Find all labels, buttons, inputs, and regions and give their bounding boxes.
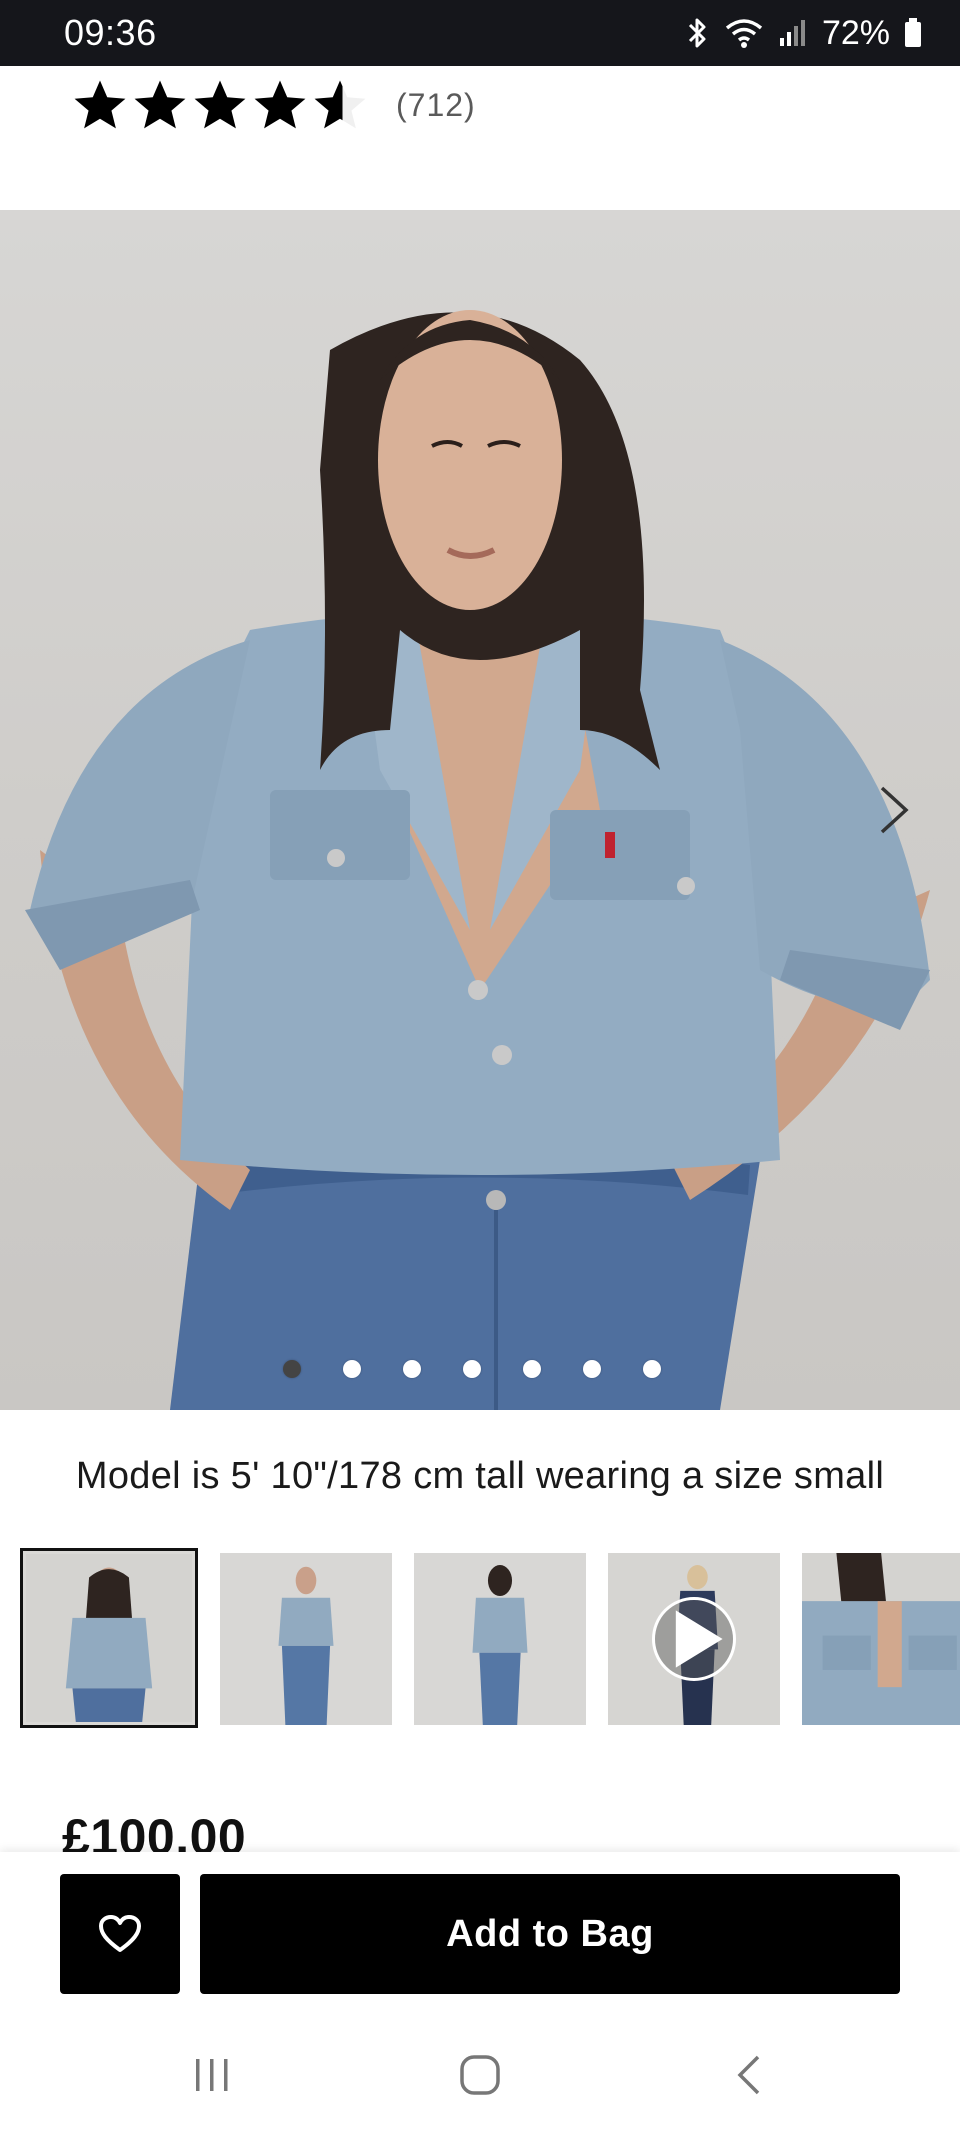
product-photo <box>25 310 930 1410</box>
sticky-action-bar: Add to Bag <box>0 1852 960 2015</box>
home-button[interactable] <box>440 2043 520 2107</box>
bluetooth-icon <box>688 18 706 48</box>
pagination-dot[interactable] <box>463 1360 481 1378</box>
pagination-dot[interactable] <box>343 1360 361 1378</box>
pagination-dot[interactable] <box>523 1360 541 1378</box>
add-to-bag-button[interactable]: Add to Bag <box>200 1874 900 1994</box>
thumbnail-5[interactable] <box>802 1553 960 1725</box>
thumbnail-image <box>414 1553 586 1725</box>
back-button[interactable] <box>710 2043 790 2107</box>
thumbnail-3[interactable] <box>414 1553 586 1725</box>
back-icon <box>737 2055 760 2095</box>
product-page: 09:36 72% (712) Model is 5' 10"/178 cm t… <box>0 0 960 2133</box>
pagination-dot[interactable] <box>643 1360 661 1378</box>
star-icon <box>74 80 126 129</box>
pagination-dot[interactable] <box>403 1360 421 1378</box>
thumbnail-strip <box>20 1548 960 1730</box>
rating-summary[interactable]: (712) <box>72 76 476 134</box>
next-image-chevron-icon[interactable] <box>872 780 916 840</box>
status-time: 09:36 <box>64 12 157 53</box>
pagination-dot[interactable] <box>283 1360 301 1378</box>
recent-apps-button[interactable] <box>172 2043 252 2107</box>
star-icon <box>134 80 186 129</box>
thumbnail-image <box>26 1554 192 1722</box>
status-icons: 72% <box>686 14 922 53</box>
thumbnail-image <box>220 1553 392 1725</box>
signal-icon <box>779 20 805 46</box>
battery-icon <box>905 18 921 47</box>
system-navigation-bar <box>0 2015 960 2133</box>
play-video-button[interactable] <box>652 1597 736 1681</box>
thumbnail-4-video[interactable] <box>608 1553 780 1725</box>
model-size-caption: Model is 5' 10"/178 cm tall wearing a si… <box>75 1455 885 1497</box>
wishlist-button[interactable] <box>60 1874 180 1994</box>
star-rating <box>72 77 368 133</box>
heart-icon <box>99 1915 141 1952</box>
wifi-icon <box>725 19 763 48</box>
recent-apps-icon <box>196 2059 228 2091</box>
star-icon <box>194 80 246 129</box>
thumbnail-image <box>802 1553 960 1725</box>
review-count: (712) <box>396 86 476 123</box>
play-icon <box>675 1610 723 1668</box>
status-bar: 09:36 72% <box>0 0 960 66</box>
star-icon <box>254 80 306 129</box>
battery-percent: 72% <box>821 13 890 52</box>
thumbnail-2[interactable] <box>220 1553 392 1725</box>
pagination-dot[interactable] <box>583 1360 601 1378</box>
half-star-icon <box>314 80 366 129</box>
thumbnail-1[interactable] <box>20 1548 198 1728</box>
product-image-carousel[interactable] <box>0 210 960 1410</box>
carousel-pagination <box>0 1360 952 1378</box>
home-icon <box>460 2055 500 2095</box>
